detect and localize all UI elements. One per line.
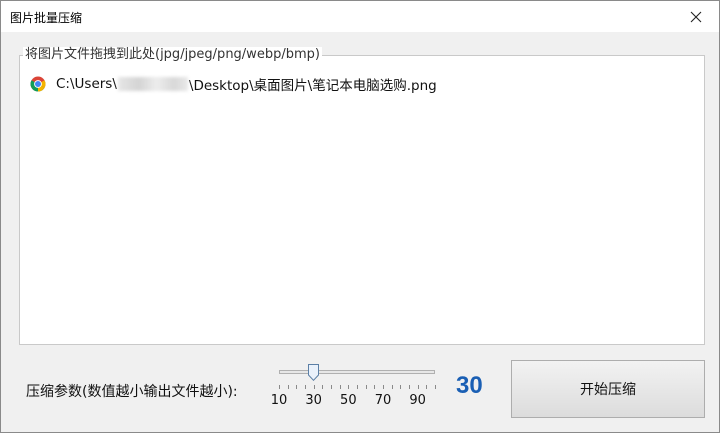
compression-value: 30: [456, 372, 483, 399]
slider-tick: [392, 385, 393, 389]
slider-tick: [322, 385, 323, 389]
close-button[interactable]: [673, 1, 719, 32]
slider-tick-label: 50: [340, 393, 357, 408]
window-title: 图片批量压缩: [10, 11, 83, 25]
slider-tick-label: 10: [270, 393, 288, 408]
file-list-item[interactable]: C:\Users\ \Desktop\桌面图片\笔记本电脑选购.png: [30, 74, 437, 94]
slider-tick: [348, 385, 349, 389]
file-path-prefix: C:\Users\: [56, 76, 117, 92]
slider-tick: [400, 385, 401, 389]
slider-tick: [340, 385, 341, 389]
slider-thumb[interactable]: [308, 364, 320, 381]
slider-tick: [296, 385, 297, 389]
slider-tick: [418, 385, 419, 389]
slider-tick: [435, 385, 436, 389]
slider-tick: [357, 385, 358, 389]
slider-tick: [279, 385, 280, 389]
compression-param-label: 压缩参数(数值越小输出文件越小):: [26, 384, 238, 400]
slider-tick: [374, 385, 375, 389]
file-path-suffix: \Desktop\桌面图片\笔记本电脑选购.png: [188, 78, 437, 94]
title-bar: 图片批量压缩: [1, 1, 719, 32]
chrome-icon: [30, 76, 46, 92]
slider-tick-label: 30: [305, 393, 322, 408]
drop-zone-legend: 将图片文件拖拽到此处(jpg/jpeg/png/webp/bmp): [23, 47, 322, 63]
start-compress-button[interactable]: 开始压缩: [511, 360, 705, 418]
app-window: 图片批量压缩 将图片文件拖拽到此处(jpg/jpeg/png/webp/bmp)…: [0, 0, 720, 433]
redacted-username: [117, 77, 188, 91]
slider-tick: [409, 385, 410, 389]
slider-tick-label: 90: [409, 393, 426, 408]
slider-track: [279, 370, 435, 374]
slider-tick: [426, 385, 427, 389]
slider-tick: [314, 385, 315, 389]
close-icon: [690, 11, 702, 22]
slider-tick: [366, 385, 367, 389]
slider-tick: [331, 385, 332, 389]
file-drop-zone[interactable]: [19, 55, 705, 345]
slider-tick: [305, 385, 306, 389]
file-path: C:\Users\ \Desktop\桌面图片\笔记本电脑选购.png: [56, 74, 437, 94]
slider-tick: [288, 385, 289, 389]
slider-tick: [383, 385, 384, 389]
slider-tick-label: 70: [374, 393, 392, 408]
compression-slider[interactable]: 10 30 50 70 90: [271, 363, 441, 415]
